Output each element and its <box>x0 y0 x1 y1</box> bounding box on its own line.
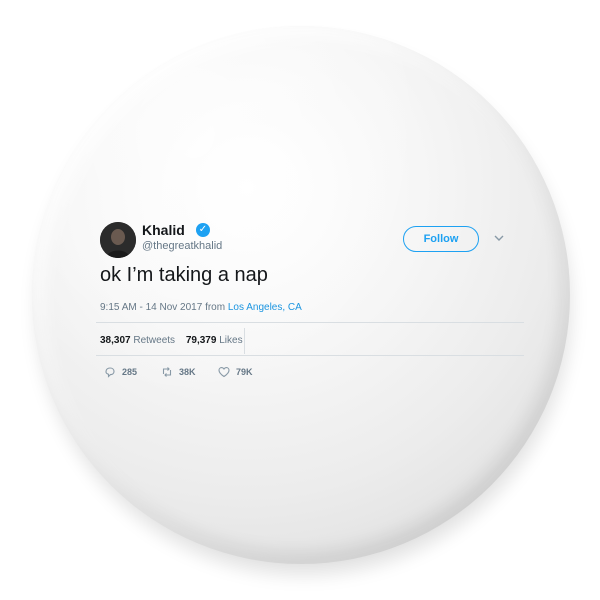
retweets-count[interactable]: 38,307 <box>100 335 131 346</box>
from-label: from <box>205 302 226 313</box>
likes-label[interactable]: Likes <box>219 335 242 346</box>
tweet-location[interactable]: Los Angeles, CA <box>228 302 302 313</box>
likes-count[interactable]: 79,379 <box>186 335 217 346</box>
retweets-label[interactable]: Retweets <box>133 335 175 346</box>
avatar[interactable] <box>100 222 136 258</box>
engagement-stats: 38,307 Retweets 79,379 Likes <box>100 335 243 346</box>
like-action-count: 79K <box>236 367 253 377</box>
divider-bottom <box>96 355 524 356</box>
follow-button[interactable]: Follow <box>403 226 479 252</box>
reply-count: 285 <box>122 367 138 377</box>
display-name[interactable]: Khalid <box>142 222 185 238</box>
retweet-action-count: 38K <box>179 367 196 377</box>
tweet-time[interactable]: 9:15 AM - 14 Nov 2017 <box>100 302 202 313</box>
retweet-icon <box>162 367 172 377</box>
user-handle[interactable]: @thegreatkhalid <box>142 240 222 252</box>
divider-top <box>96 322 524 323</box>
heart-icon <box>218 367 230 378</box>
stats-separator <box>244 328 245 354</box>
verified-badge-icon: ✓ <box>196 223 210 237</box>
tweet-card: Khalid ✓ @thegreatkhalid Follow ok I’m t… <box>0 0 600 600</box>
chevron-down-icon[interactable] <box>493 232 505 244</box>
tweet-timestamp: 9:15 AM - 14 Nov 2017 from Los Angeles, … <box>100 302 302 313</box>
reply-icon <box>105 367 115 378</box>
tweet-text: ok I’m taking a nap <box>100 264 268 286</box>
